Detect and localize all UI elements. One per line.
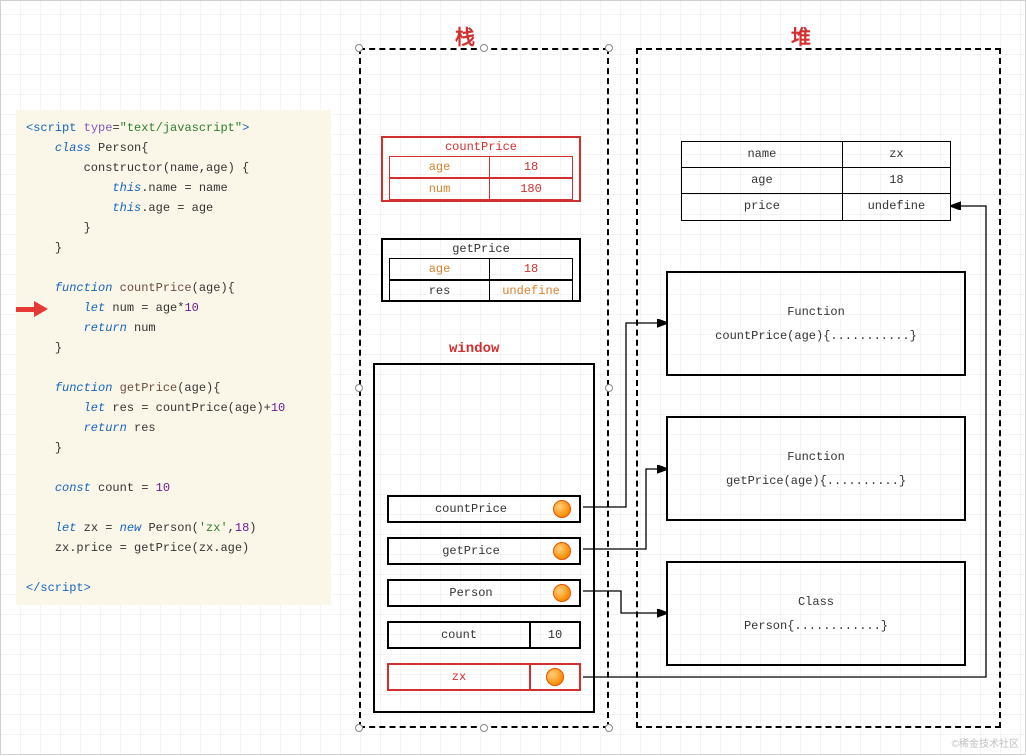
heap-function-getprice: Function getPrice(age){..........} (666, 416, 966, 521)
window-entry-person: Person (387, 579, 581, 607)
frame-row: res undefine (389, 280, 573, 302)
stack-frame-countprice: countPrice age 18 num 180 (381, 136, 581, 202)
heap-box-body: countPrice(age){...........} (668, 329, 964, 343)
heap-obj-row: age18 (682, 168, 950, 194)
selection-handle-icon (355, 384, 363, 392)
frame-row: age 18 (389, 258, 573, 280)
selection-handle-icon (605, 384, 613, 392)
heap-obj-row: priceundefine (682, 194, 950, 220)
frame-title: countPrice (383, 138, 579, 156)
frame-row: age 18 (389, 156, 573, 178)
heap-box-title: Class (668, 595, 964, 609)
selection-handle-icon (605, 44, 613, 52)
pointer-dot-icon (553, 542, 571, 560)
watermark: ©稀金技术社区 (952, 735, 1019, 750)
pointer-dot-icon (553, 500, 571, 518)
window-entry-getprice: getPrice (387, 537, 581, 565)
selection-handle-icon (355, 724, 363, 732)
selection-handle-icon (480, 724, 488, 732)
stack-header: 栈 (455, 21, 475, 51)
heap-box-body: getPrice(age){..........} (668, 474, 964, 488)
current-line-arrow-icon (16, 301, 48, 317)
stack-frame-getprice: getPrice age 18 res undefine (381, 238, 581, 302)
heap-function-countprice: Function countPrice(age){...........} (666, 271, 966, 376)
heap-box-body: Person{............} (668, 619, 964, 633)
heap-obj-row: namezx (682, 142, 950, 168)
heap-header: 堆 (791, 21, 811, 51)
frame-row: num 180 (389, 178, 573, 200)
heap-class-person: Class Person{............} (666, 561, 966, 666)
window-entry-countprice: countPrice (387, 495, 581, 523)
heap-box-title: Function (668, 305, 964, 319)
heap-object-zx: namezx age18 priceundefine (681, 141, 951, 221)
stack-frame-window: countPrice getPrice Person count 10 zx (373, 363, 595, 713)
selection-handle-icon (605, 724, 613, 732)
window-entry-count: count 10 (387, 621, 581, 649)
frame-title: getPrice (383, 240, 579, 258)
window-entry-zx: zx (387, 663, 581, 691)
selection-handle-icon (355, 44, 363, 52)
pointer-dot-icon (553, 584, 571, 602)
window-label: window (449, 341, 499, 357)
selection-handle-icon (480, 44, 488, 52)
code-panel: <script type="text/javascript"> class Pe… (16, 110, 331, 605)
pointer-dot-icon (546, 668, 564, 686)
heap-box-title: Function (668, 450, 964, 464)
